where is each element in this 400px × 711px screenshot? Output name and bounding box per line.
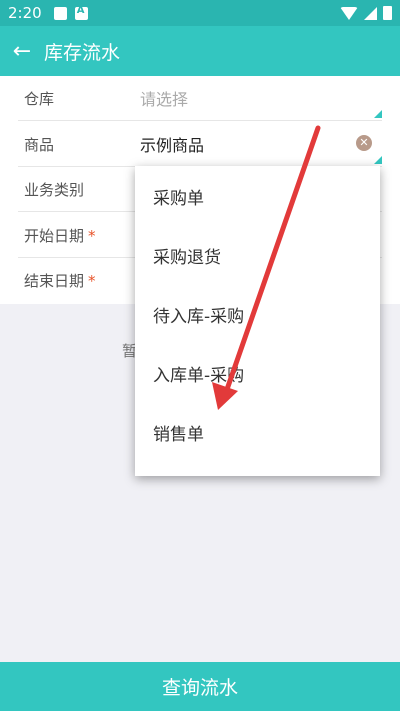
option-inbound-purchase[interactable]: 入库单-采购 [135,344,380,403]
option-purchase-return[interactable]: 采购退货 [135,226,380,285]
signal-icon [364,6,377,20]
wifi-icon [340,6,358,20]
warehouse-select[interactable]: 请选择 [140,86,188,110]
required-mark: * [88,272,96,290]
status-time: 2:20 [8,4,42,22]
option-pending-inbound-purchase[interactable]: 待入库-采购 [135,285,380,344]
required-mark: * [88,226,96,245]
option-sales-order[interactable]: 销售单 [135,403,380,462]
status-bar: 2:20 [0,0,400,26]
warehouse-label: 仓库 [24,89,55,108]
clear-icon[interactable]: ✕ [356,135,372,151]
warehouse-row[interactable]: 仓库 请选择 [18,76,382,121]
dropdown-corner-icon [374,156,382,164]
dropdown-corner-icon [374,110,382,118]
business-type-label: 业务类别 [24,180,85,199]
start-date-label: 开始日期 * [24,226,96,245]
page-title: 库存流水 [44,41,121,64]
product-label: 商品 [24,135,55,154]
end-date-label: 结束日期 * [24,272,96,290]
app-notification-icon [74,5,88,20]
option-purchase-order[interactable]: 采购单 [135,167,380,226]
battery-icon [383,6,392,20]
back-arrow-icon[interactable]: ← [0,26,44,76]
business-type-dropdown: 采购单 采购退货 待入库-采购 入库单-采购 销售单 [135,166,380,476]
app-bar: ← 库存流水 [0,26,400,76]
image-notification-icon [53,6,67,20]
product-value[interactable]: 示例商品 [140,132,204,156]
product-row[interactable]: 商品 示例商品 ✕ [18,122,382,167]
query-button[interactable]: 查询流水 [0,662,400,711]
